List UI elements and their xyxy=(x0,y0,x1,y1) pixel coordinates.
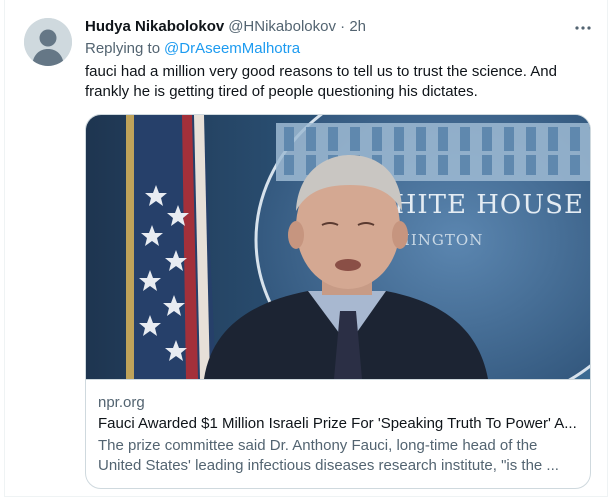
mention-link[interactable]: @DrAseemMalhotra xyxy=(164,40,300,57)
tweet-text-line: frankly he is getting tired of people qu… xyxy=(85,83,478,100)
more-horizontal-icon xyxy=(575,26,591,30)
avatar[interactable] xyxy=(24,18,72,66)
card-description: The prize committee said Dr. Anthony Fau… xyxy=(98,436,574,476)
card-image[interactable]: WHITE HOUSE WASHINGTON xyxy=(86,115,590,379)
card-domain: npr.org xyxy=(98,394,145,411)
link-card[interactable]: WHITE HOUSE WASHINGTON npr.org Fauci Awa… xyxy=(85,114,591,489)
tweet-text-line: fauci had a million very good reasons to… xyxy=(85,63,557,80)
tweet-header: Hudya Nikabolokov @HNikabolokov · 2h xyxy=(85,17,366,37)
card-divider xyxy=(86,379,590,380)
more-options-button[interactable] xyxy=(573,18,593,38)
replying-to: Replying to @DrAseemMalhotra xyxy=(85,39,300,59)
card-title[interactable]: Fauci Awarded $1 Million Israeli Prize F… xyxy=(98,414,578,434)
tweet-timestamp[interactable]: 2h xyxy=(349,18,366,35)
card-description-line: The prize committee said Dr. Anthony Fau… xyxy=(98,437,538,454)
default-profile-icon xyxy=(24,18,72,66)
tweet[interactable]: Hudya Nikabolokov @HNikabolokov · 2h Repl… xyxy=(4,0,608,497)
author-handle[interactable]: @HNikabolokov xyxy=(228,18,336,35)
tweet-text: fauci had a million very good reasons to… xyxy=(85,62,585,102)
card-description-line: United States' leading infectious diseas… xyxy=(98,457,559,474)
replying-to-label: Replying to xyxy=(85,40,161,57)
author-name[interactable]: Hudya Nikabolokov xyxy=(85,18,224,35)
separator-dot: · xyxy=(340,18,346,35)
